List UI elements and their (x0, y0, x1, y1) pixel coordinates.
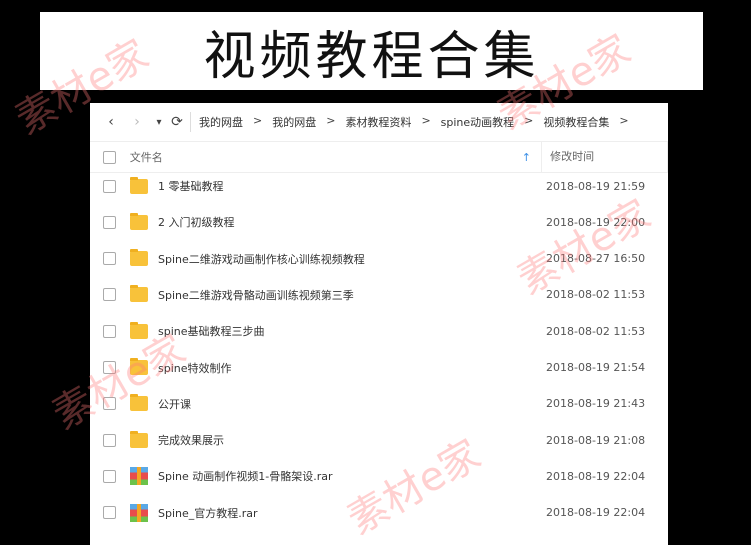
file-row[interactable]: Spine二维游戏动画制作核心训练视频教程 2018-08-27 16:50 (90, 241, 668, 277)
rar-archive-icon (130, 503, 148, 522)
title-banner: 视频教程合集 (40, 12, 703, 90)
file-date: 2018-08-19 21:59 (546, 179, 646, 193)
file-date: 2018-08-02 11:53 (546, 324, 646, 338)
row-checkbox[interactable] (103, 179, 116, 193)
row-checkbox[interactable] (103, 506, 116, 520)
file-name[interactable]: Spine_官方教程.rar (158, 505, 546, 521)
file-date: 2018-08-27 16:50 (546, 252, 646, 266)
breadcrumb-item[interactable]: 我的网盘 (199, 114, 243, 130)
folder-icon (130, 430, 148, 448)
file-name[interactable]: spine基础教程三步曲 (158, 323, 546, 339)
forward-button[interactable]: › (124, 114, 150, 130)
breadcrumb-separator: > (326, 114, 336, 127)
nav-bar: ‹ › ▾ ⟳ 我的网盘 > 我的网盘 > 素材教程资料 > spine动画教程 > 视频教程合… (90, 103, 668, 141)
refresh-button[interactable]: ⟳ (168, 114, 186, 130)
file-date: 2018-08-19 21:08 (546, 433, 646, 447)
file-row[interactable]: 2 入门初级教程 2018-08-19 22:00 (90, 204, 668, 240)
folder-icon (130, 285, 148, 303)
folder-icon (130, 358, 148, 375)
file-date: 2018-08-19 21:43 (546, 397, 646, 411)
file-row[interactable]: 1 零基础教程 2018-08-19 21:59 (90, 168, 668, 204)
file-date: 2018-08-19 21:54 (546, 361, 646, 374)
breadcrumb-item[interactable]: 视频教程合集 (543, 114, 609, 130)
folder-icon (130, 321, 148, 339)
breadcrumb-separator: > (619, 114, 629, 127)
breadcrumb: 我的网盘 > 我的网盘 > 素材教程资料 > spine动画教程 > 视频教程合集 > (199, 114, 639, 130)
file-row[interactable]: spine基础教程三步曲 2018-08-02 11:53 (90, 313, 668, 349)
divider (190, 112, 191, 132)
file-browser: ‹ › ▾ ⟳ 我的网盘 > 我的网盘 > 素材教程资料 > spine动画教程 > 视频教程合… (90, 103, 668, 545)
file-date: 2018-08-19 22:00 (546, 215, 646, 229)
file-name[interactable]: 公开课 (158, 396, 546, 412)
row-checkbox[interactable] (103, 361, 116, 374)
file-name[interactable]: Spine二维游戏动画制作核心训练视频教程 (158, 251, 546, 267)
file-name[interactable]: 2 入门初级教程 (158, 214, 546, 230)
folder-icon (130, 212, 148, 230)
file-name[interactable]: 1 零基础教程 (158, 178, 546, 194)
file-date: 2018-08-19 22:04 (546, 506, 646, 520)
row-checkbox[interactable] (103, 288, 116, 302)
file-date: 2018-08-19 22:04 (546, 469, 646, 483)
file-name[interactable]: 完成效果展示 (158, 432, 546, 448)
banner-title: 视频教程合集 (203, 26, 540, 87)
row-checkbox[interactable] (103, 324, 116, 338)
breadcrumb-item[interactable]: 我的网盘 (272, 114, 316, 130)
file-row[interactable]: Spine 动画制作视频1-骨骼架设.rar 2018-08-19 22:04 (90, 458, 668, 494)
folder-icon (130, 249, 148, 267)
history-dropdown-icon[interactable]: ▾ (150, 117, 168, 128)
row-checkbox[interactable] (103, 469, 116, 483)
file-row[interactable]: Spine二维游戏骨骼动画训练视频第三季 2018-08-02 11:53 (90, 277, 668, 313)
row-checkbox[interactable] (103, 397, 116, 411)
breadcrumb-separator: > (524, 114, 534, 127)
row-checkbox[interactable] (103, 215, 116, 229)
folder-icon (130, 394, 148, 412)
file-name[interactable]: spine特效制作 (158, 360, 546, 376)
file-row[interactable]: spine特效制作 2018-08-19 21:54 (90, 350, 668, 386)
back-button[interactable]: ‹ (98, 114, 124, 130)
breadcrumb-separator: > (421, 114, 431, 127)
breadcrumb-item[interactable]: 素材教程资料 (345, 114, 411, 130)
select-all-checkbox[interactable] (103, 150, 116, 164)
folder-icon (130, 176, 148, 194)
column-name[interactable]: 文件名 (130, 149, 522, 165)
file-row[interactable]: 公开课 2018-08-19 21:43 (90, 386, 668, 422)
breadcrumb-item[interactable]: spine动画教程 (441, 114, 515, 130)
file-name[interactable]: Spine 动画制作视频1-骨骼架设.rar (158, 468, 546, 484)
rar-archive-icon (130, 467, 148, 486)
sort-ascending-icon[interactable]: ↑ (522, 151, 541, 164)
row-checkbox[interactable] (103, 433, 116, 447)
file-name[interactable]: Spine二维游戏骨骼动画训练视频第三季 (158, 287, 546, 303)
file-row[interactable]: 完成效果展示 2018-08-19 21:08 (90, 422, 668, 458)
breadcrumb-separator: > (253, 114, 263, 127)
file-row[interactable]: Spine_官方教程.rar 2018-08-19 22:04 (90, 495, 668, 531)
row-checkbox[interactable] (103, 252, 116, 266)
file-date: 2018-08-02 11:53 (546, 288, 646, 302)
